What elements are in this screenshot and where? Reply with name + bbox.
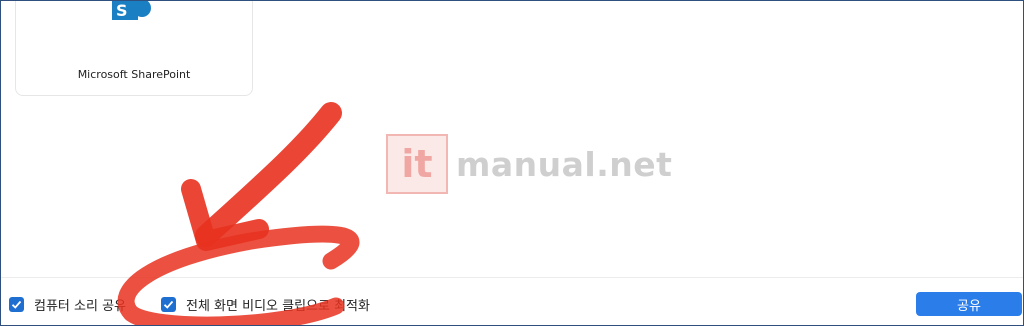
app-tile-sharepoint[interactable]: S Microsoft SharePoint xyxy=(15,1,253,96)
bottom-bar: 컴퓨터 소리 공유 전체 화면 비디오 클립으로 최적화 공유 xyxy=(1,277,1023,325)
share-computer-sound-option[interactable]: 컴퓨터 소리 공유 xyxy=(9,295,126,314)
optimize-video-clip-label: 전체 화면 비디오 클립으로 최적화 xyxy=(186,298,370,314)
checkbox-checked-icon[interactable] xyxy=(161,296,176,312)
share-computer-sound-label: 컴퓨터 소리 공유 xyxy=(34,298,126,314)
sharepoint-icon: S xyxy=(112,1,151,20)
optimize-video-clip-option[interactable]: 전체 화면 비디오 클립으로 최적화 xyxy=(161,295,370,314)
share-button[interactable]: 공유 xyxy=(916,292,1022,316)
svg-text:S: S xyxy=(116,1,128,20)
app-tile-label: Microsoft SharePoint xyxy=(77,68,191,81)
watermark-text: manual.net xyxy=(456,144,673,184)
watermark-logo: it xyxy=(386,134,448,194)
watermark: it manual.net xyxy=(386,133,672,195)
checkbox-checked-icon[interactable] xyxy=(9,296,24,312)
share-dialog: S Microsoft SharePoint it manual.net 컴퓨터… xyxy=(0,0,1024,326)
